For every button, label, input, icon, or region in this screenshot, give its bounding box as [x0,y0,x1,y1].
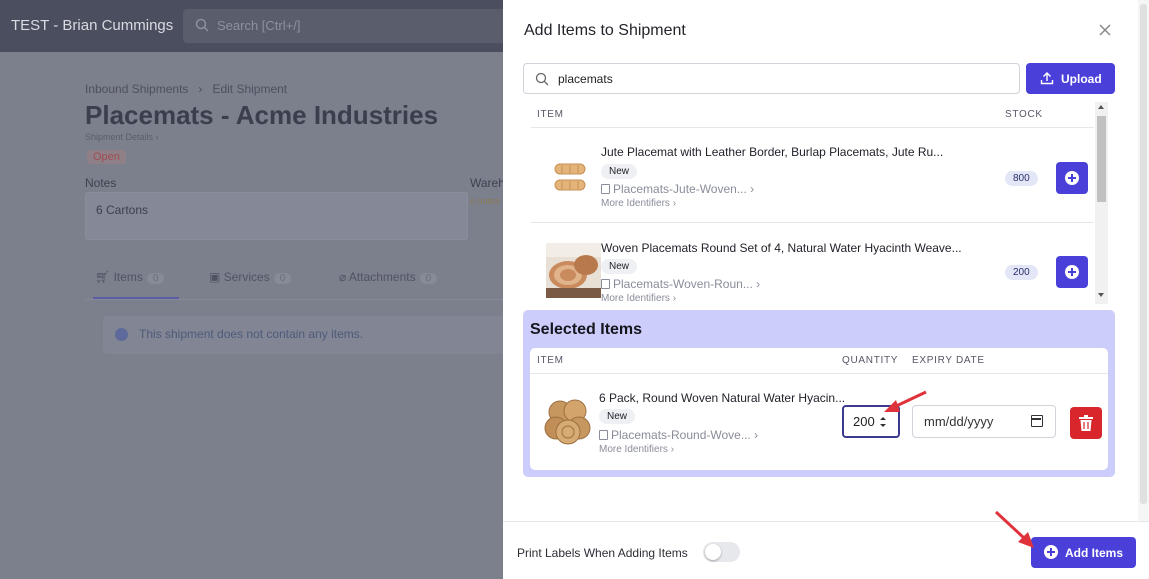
product-name: Woven Placemats Round Set of 4, Natural … [601,241,962,255]
breadcrumb-inbound[interactable]: Inbound Shipments [85,82,188,96]
sku-link[interactable]: Placemats-Jute-Woven... › [601,182,754,196]
add-items-label: Add Items [1065,546,1124,560]
scroll-up-icon[interactable] [1098,105,1104,109]
add-items-drawer: Add Items to Shipment Upload ITEM STOCK [503,0,1149,579]
tab-services[interactable]: ▣ Services 0 [209,270,292,284]
more-identifiers-link[interactable]: More Identifiers › [601,198,676,209]
annotation-arrow-icon [994,510,1034,548]
stock-badge: 800 [1005,171,1038,186]
calendar-icon[interactable] [1031,415,1043,427]
cart-icon: 🛒︎ [95,270,111,284]
global-search[interactable]: Search [Ctrl+/] [183,9,523,43]
product-thumbnail [554,163,586,191]
plus-circle-icon [1065,171,1079,185]
new-badge: New [601,259,638,274]
tab-attachments[interactable]: ⌀ Attachments 0 [339,270,438,284]
print-labels-toggle[interactable] [703,542,740,562]
col-item: ITEM [537,109,564,120]
scrollbar-thumb[interactable] [1097,116,1106,202]
page-scrollbar[interactable] [1138,0,1149,521]
empty-items-alert: This shipment does not contain any items… [103,316,555,354]
sku-link[interactable]: Placemats-Woven-Roun... › [601,277,760,291]
add-item-button[interactable] [1056,162,1088,194]
search-icon [535,72,549,86]
copy-icon [599,430,608,440]
product-thumbnail [544,399,591,445]
delete-item-button[interactable] [1070,407,1102,439]
expiry-date-placeholder: mm/dd/yyyy [924,414,994,429]
copy-icon [601,279,610,289]
plus-circle-icon [1044,545,1058,559]
org-name[interactable]: TEST - Brian Cummings [11,17,173,34]
more-identifiers-link[interactable]: More Identifiers › [599,444,674,455]
warehouse-note: o notes [470,196,500,206]
col-item: ITEM [537,355,564,366]
stock-badge: 200 [1005,265,1038,280]
new-badge: New [599,409,636,424]
result-row: Jute Placemat with Leather Border, Burla… [531,129,1094,223]
breadcrumb-edit: Edit Shipment [212,82,288,96]
search-icon [195,18,209,32]
services-icon: ▣ [209,270,221,284]
col-expiry: EXPIRY DATE [912,355,985,366]
copy-icon [601,184,610,194]
upload-label: Upload [1061,72,1102,86]
annotation-arrow-icon [884,390,927,412]
expiry-date-input[interactable]: mm/dd/yyyy [912,405,1056,438]
shipment-panel: Inbound Shipments › Edit Shipment Placem… [85,72,555,432]
col-quantity: QUANTITY [842,355,899,366]
chevron-right-icon: › [191,82,210,96]
shipment-tabs: 🛒︎ Items 0 ▣ Services 0 ⌀ Attachments 0 [85,260,555,300]
product-name: Jute Placemat with Leather Border, Burla… [601,145,944,159]
close-icon[interactable] [1097,22,1113,38]
global-search-placeholder: Search [Ctrl+/] [217,18,301,33]
col-stock: STOCK [1005,109,1043,120]
selected-items-title: Selected Items [530,321,643,338]
toggle-knob [705,544,721,560]
paperclip-icon: ⌀ [339,270,347,284]
tab-items[interactable]: 🛒︎ Items 0 [95,270,165,284]
more-identifiers-link[interactable]: More Identifiers › [601,293,676,304]
breadcrumb: Inbound Shipments › Edit Shipment [85,82,287,96]
result-row: Woven Placemats Round Set of 4, Natural … [531,223,1094,304]
notes-field[interactable]: 6 Cartons [85,192,468,240]
notes-label: Notes [85,176,117,190]
add-item-button[interactable] [1056,256,1088,288]
item-search-field[interactable] [523,63,1020,94]
product-name: 6 Pack, Round Woven Natural Water Hyacin… [599,391,846,405]
trash-icon [1079,415,1093,431]
print-labels-label: Print Labels When Adding Items [517,546,688,560]
results-table: ITEM STOCK Jute Placemat with Leather Bo… [531,102,1111,304]
selected-items-table: ITEM QUANTITY EXPIRY DATE 6 Pack, Round … [530,348,1108,470]
new-badge: New [601,164,638,179]
active-tab-indicator [93,297,179,299]
product-thumbnail [546,243,601,298]
add-items-button[interactable]: Add Items [1031,537,1136,568]
selected-header: ITEM QUANTITY EXPIRY DATE [530,348,1108,374]
drawer-title: Add Items to Shipment [524,22,686,39]
selected-items-panel: Selected Items ITEM QUANTITY EXPIRY DATE… [523,310,1115,477]
drawer-footer: Print Labels When Adding Items Add Items [503,521,1149,579]
sku-link[interactable]: Placemats-Round-Wove... › [599,428,758,442]
results-scrollbar[interactable] [1095,102,1108,304]
upload-icon [1040,72,1054,85]
scroll-down-icon[interactable] [1098,293,1104,297]
status-badge: Open [87,150,126,164]
page-scrollbar-thumb[interactable] [1140,4,1147,504]
item-search-input[interactable] [558,70,998,88]
shipment-details-link[interactable]: Shipment Details › [85,132,159,142]
upload-button[interactable]: Upload [1026,63,1115,94]
page-title: Placemats - Acme Industries [85,100,439,130]
plus-circle-icon [1065,265,1079,279]
results-header: ITEM STOCK [531,102,1094,128]
info-icon [115,328,128,341]
